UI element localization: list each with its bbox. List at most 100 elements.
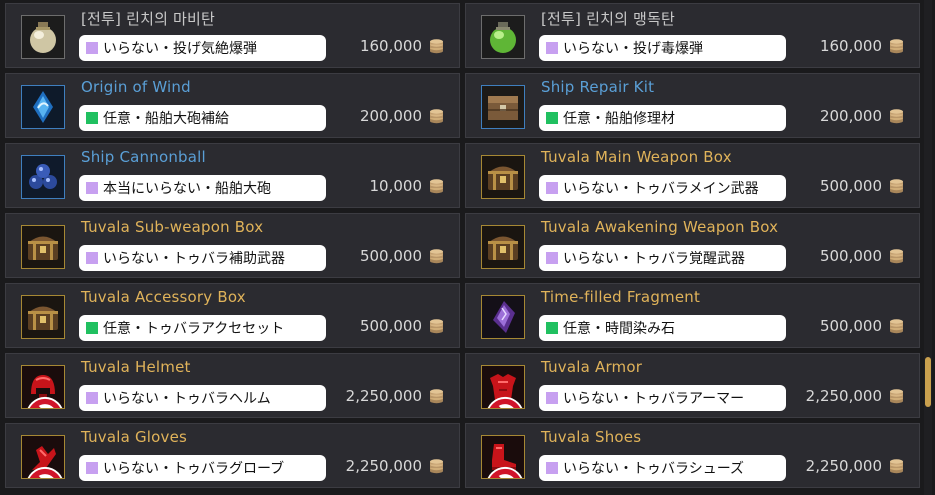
silver-coin-icon [429,178,444,194]
item-name: Origin of Wind [81,78,191,96]
unneeded-marker-icon [546,252,558,264]
helmet-icon[interactable] [21,365,65,409]
item-name: Tuvala Shoes [541,428,642,446]
item-list: [전투] 린치의 마비탄 いらない・投げ気絶爆弾 160,000 [전투] 린치의 맹… [5,3,920,495]
price: 500,000 [360,317,444,335]
price: 2,250,000 [806,387,904,405]
item-name: Tuvala Gloves [81,428,188,446]
restricted-icon [24,395,63,408]
item-name: Tuvala Sub-weapon Box [81,218,264,236]
unneeded-marker-icon [546,42,558,54]
restricted-icon [484,465,523,478]
unneeded-marker-icon [546,392,558,404]
wind-crystal-icon[interactable] [21,85,65,129]
price-value: 500,000 [819,177,882,195]
silver-coin-icon [889,108,904,124]
repair-kit-icon[interactable] [481,85,525,129]
memo-text: 任意・トゥバラアクセセット [103,321,285,337]
memo-text: いらない・投げ毒爆弾 [563,41,703,57]
item-name: Ship Repair Kit [541,78,655,96]
lynch-paralysis-bomb-icon[interactable] [21,15,65,59]
memo-text: いらない・トゥバラヘルム [103,391,271,407]
silver-coin-icon [889,178,904,194]
item-card[interactable]: Tuvala Accessory Box 任意・トゥバラアクセセット 500,000 [5,283,460,348]
gloves-icon[interactable] [21,435,65,479]
restricted-icon [24,465,63,478]
price-value: 2,250,000 [805,387,882,405]
memo-text: 任意・時間染み石 [563,321,675,337]
treasure-box-icon[interactable] [21,295,65,339]
memo-text: いらない・投げ気絶爆弾 [103,41,257,57]
silver-coin-icon [429,248,444,264]
item-card[interactable]: Tuvala Helmet いらない・トゥバラヘルム 2,250,000 [5,353,460,418]
item-card[interactable]: Origin of Wind 任意・船舶大砲補給 200,000 [5,73,460,138]
item-name: Tuvala Accessory Box [81,288,246,306]
cannonball-icon[interactable] [21,155,65,199]
price: 500,000 [360,247,444,265]
memo-text: 任意・船舶修理材 [563,111,675,127]
memo-tag: いらない・トゥバラアーマー [539,385,786,411]
price-value: 500,000 [819,247,882,265]
time-fragment-icon[interactable] [481,295,525,339]
unneeded-marker-icon [86,392,98,404]
silver-coin-icon [429,458,444,474]
item-name: Tuvala Main Weapon Box [541,148,732,166]
price: 2,250,000 [346,457,444,475]
silver-coin-icon [889,248,904,264]
memo-text: いらない・トゥバラグローブ [103,461,285,477]
optional-marker-icon [86,112,98,124]
price: 500,000 [820,247,904,265]
memo-tag: 本当にいらない・船舶大砲 [79,175,326,201]
item-card[interactable]: [전투] 린치의 마비탄 いらない・投げ気絶爆弾 160,000 [5,3,460,68]
price-value: 2,250,000 [345,387,422,405]
silver-coin-icon [429,388,444,404]
memo-tag: いらない・トゥバラヘルム [79,385,326,411]
silver-coin-icon [429,318,444,334]
unneeded-marker-icon [86,42,98,54]
unneeded-marker-icon [86,252,98,264]
item-name: Ship Cannonball [81,148,206,166]
price-value: 200,000 [359,107,422,125]
price-value: 2,250,000 [345,457,422,475]
unneeded-marker-icon [546,182,558,194]
scrollbar-track[interactable] [924,0,932,495]
price-value: 200,000 [819,107,882,125]
price-value: 10,000 [369,177,423,195]
armor-icon[interactable] [481,365,525,409]
memo-tag: 任意・船舶大砲補給 [79,105,326,131]
memo-text: いらない・トゥバラメイン武器 [563,181,759,197]
optional-marker-icon [546,112,558,124]
price: 2,250,000 [806,457,904,475]
item-card[interactable]: Tuvala Armor いらない・トゥバラアーマー 2,250,000 [465,353,920,418]
memo-tag: 任意・時間染み石 [539,315,786,341]
silver-coin-icon [429,108,444,124]
item-name: Tuvala Helmet [81,358,191,376]
item-card[interactable]: Time-filled Fragment 任意・時間染み石 500,000 [465,283,920,348]
lynch-poison-bomb-icon[interactable] [481,15,525,59]
price-value: 500,000 [819,317,882,335]
item-card[interactable]: [전투] 린치의 맹독탄 いらない・投げ毒爆弾 160,000 [465,3,920,68]
treasure-box-icon[interactable] [481,155,525,199]
item-card[interactable]: Tuvala Main Weapon Box いらない・トゥバラメイン武器 500,… [465,143,920,208]
item-card[interactable]: Tuvala Awakening Weapon Box いらない・トゥバラ覚醒武器… [465,213,920,278]
memo-tag: いらない・トゥバラグローブ [79,455,326,481]
item-card[interactable]: Tuvala Shoes いらない・トゥバラシューズ 2,250,000 [465,423,920,488]
memo-tag: いらない・トゥバラ覚醒武器 [539,245,786,271]
treasure-box-icon[interactable] [481,225,525,269]
item-name: Tuvala Armor [541,358,643,376]
optional-marker-icon [86,322,98,334]
item-name: [전투] 린치의 마비탄 [81,10,216,28]
item-card[interactable]: Ship Repair Kit 任意・船舶修理材 200,000 [465,73,920,138]
shoes-icon[interactable] [481,435,525,479]
memo-tag: 任意・船舶修理材 [539,105,786,131]
treasure-box-icon[interactable] [21,225,65,269]
memo-text: 任意・船舶大砲補給 [103,111,229,127]
item-card[interactable]: Tuvala Sub-weapon Box いらない・トゥバラ補助武器 500,00… [5,213,460,278]
scrollbar-thumb[interactable] [925,357,931,407]
price: 160,000 [360,37,444,55]
item-card[interactable]: Tuvala Gloves いらない・トゥバラグローブ 2,250,000 [5,423,460,488]
item-card[interactable]: Ship Cannonball 本当にいらない・船舶大砲 10,000 [5,143,460,208]
price-value: 160,000 [359,37,422,55]
silver-coin-icon [889,388,904,404]
memo-tag: いらない・トゥバラシューズ [539,455,786,481]
